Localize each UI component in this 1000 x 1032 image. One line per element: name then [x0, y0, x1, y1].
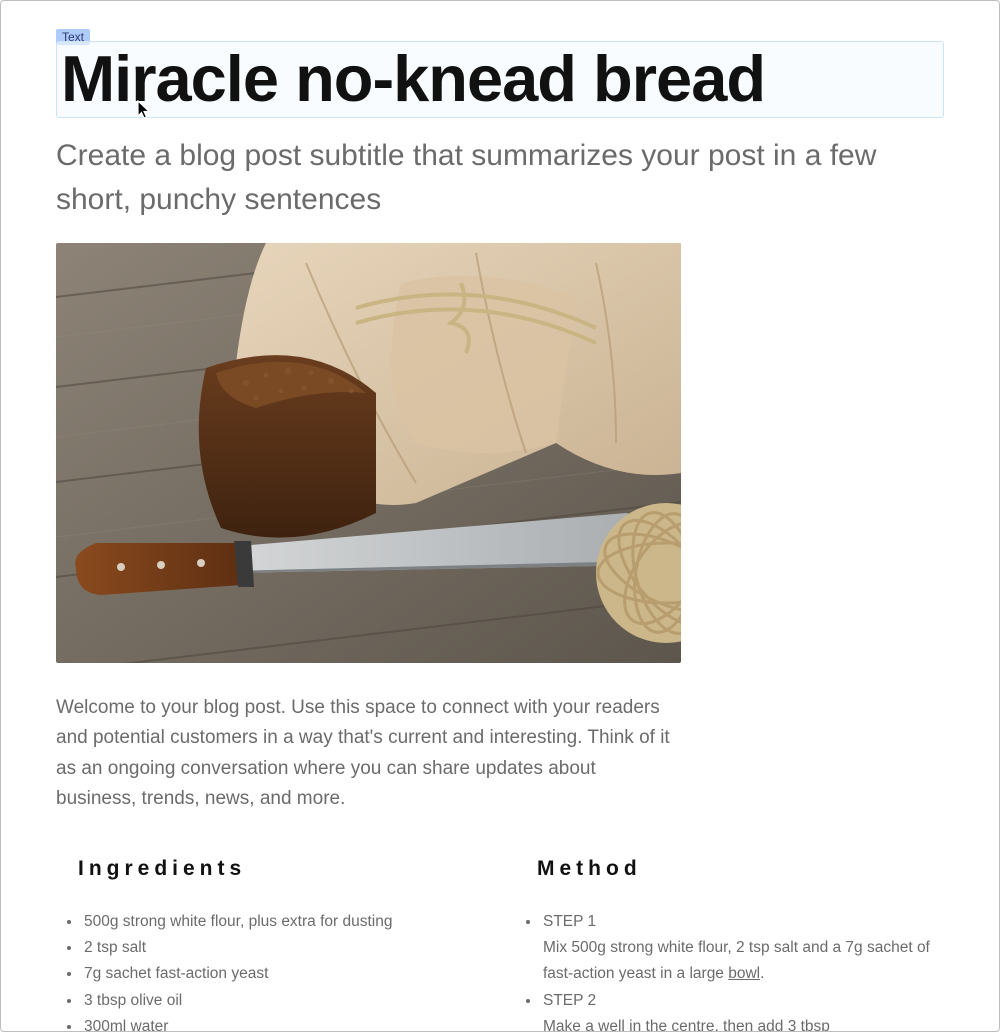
step-text: Make a well in the centre, then add 3 tb…	[543, 1018, 830, 1032]
method-column: Method STEP 1 Mix 500g strong white flou…	[515, 857, 944, 1032]
ingredients-list[interactable]: 500g strong white flour, plus extra for …	[56, 909, 485, 1032]
list-item[interactable]: 2 tsp salt	[82, 935, 485, 961]
list-item[interactable]: 500g strong white flour, plus extra for …	[82, 909, 485, 935]
post-content: Text Miracle no-knead bread Create a blo…	[1, 1, 999, 1032]
title-editable-field[interactable]: Miracle no-knead bread	[56, 41, 944, 118]
step-text: .	[760, 965, 764, 982]
editor-canvas: Text Miracle no-knead bread Create a blo…	[0, 0, 1000, 1032]
recipe-columns: Ingredients 500g strong white flour, plu…	[56, 857, 944, 1032]
list-item[interactable]: STEP 2 Make a well in the centre, then a…	[541, 988, 944, 1032]
ingredients-heading[interactable]: Ingredients	[78, 857, 485, 881]
step-body: Mix 500g strong white flour, 2 tsp salt …	[543, 935, 944, 988]
post-title[interactable]: Miracle no-knead bread	[61, 46, 939, 111]
step-body: Make a well in the centre, then add 3 tb…	[543, 1014, 944, 1032]
list-item[interactable]: STEP 1 Mix 500g strong white flour, 2 ts…	[541, 909, 944, 988]
post-hero-image[interactable]	[56, 243, 681, 663]
list-item[interactable]: 300ml water	[82, 1014, 485, 1032]
list-item[interactable]: 7g sachet fast-action yeast	[82, 961, 485, 987]
step-link[interactable]: bowl	[728, 965, 760, 982]
method-heading[interactable]: Method	[537, 857, 944, 881]
post-subtitle[interactable]: Create a blog post subtitle that summari…	[56, 134, 886, 221]
step-label: STEP 1	[543, 913, 596, 930]
method-list[interactable]: STEP 1 Mix 500g strong white flour, 2 ts…	[515, 909, 944, 1032]
step-label: STEP 2	[543, 992, 596, 1009]
post-intro-paragraph[interactable]: Welcome to your blog post. Use this spac…	[56, 693, 681, 815]
ingredients-column: Ingredients 500g strong white flour, plu…	[56, 857, 485, 1032]
list-item[interactable]: 3 tbsp olive oil	[82, 988, 485, 1014]
